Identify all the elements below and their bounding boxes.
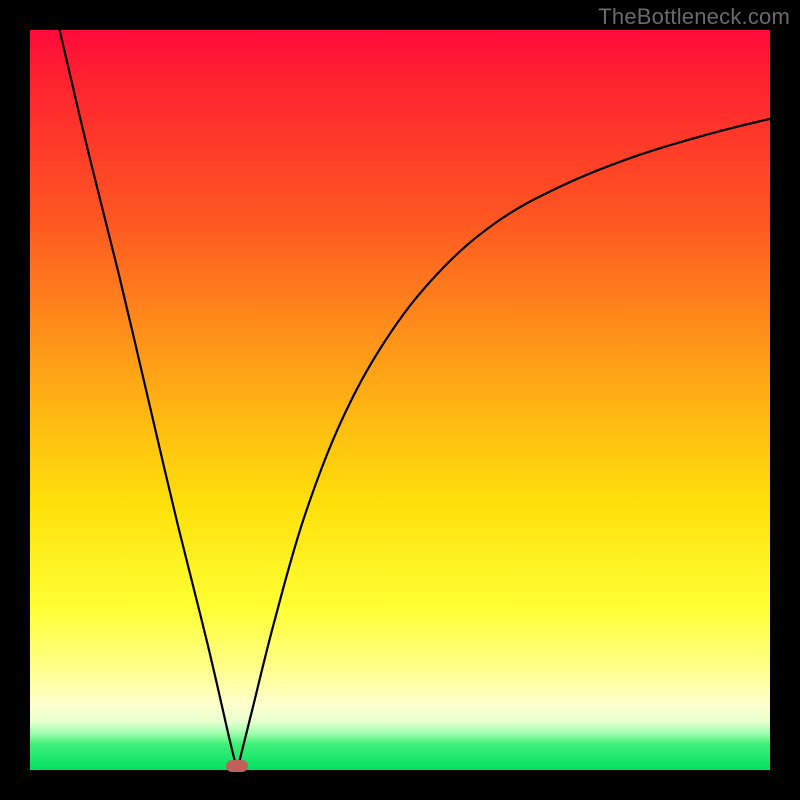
balanced-point-marker — [226, 760, 248, 772]
bottleneck-curve — [30, 30, 770, 770]
watermark-text: TheBottleneck.com — [598, 4, 790, 30]
curve-left-branch — [60, 30, 238, 770]
curve-right-branch — [237, 119, 770, 770]
plot-area — [30, 30, 770, 770]
chart-frame: TheBottleneck.com — [0, 0, 800, 800]
